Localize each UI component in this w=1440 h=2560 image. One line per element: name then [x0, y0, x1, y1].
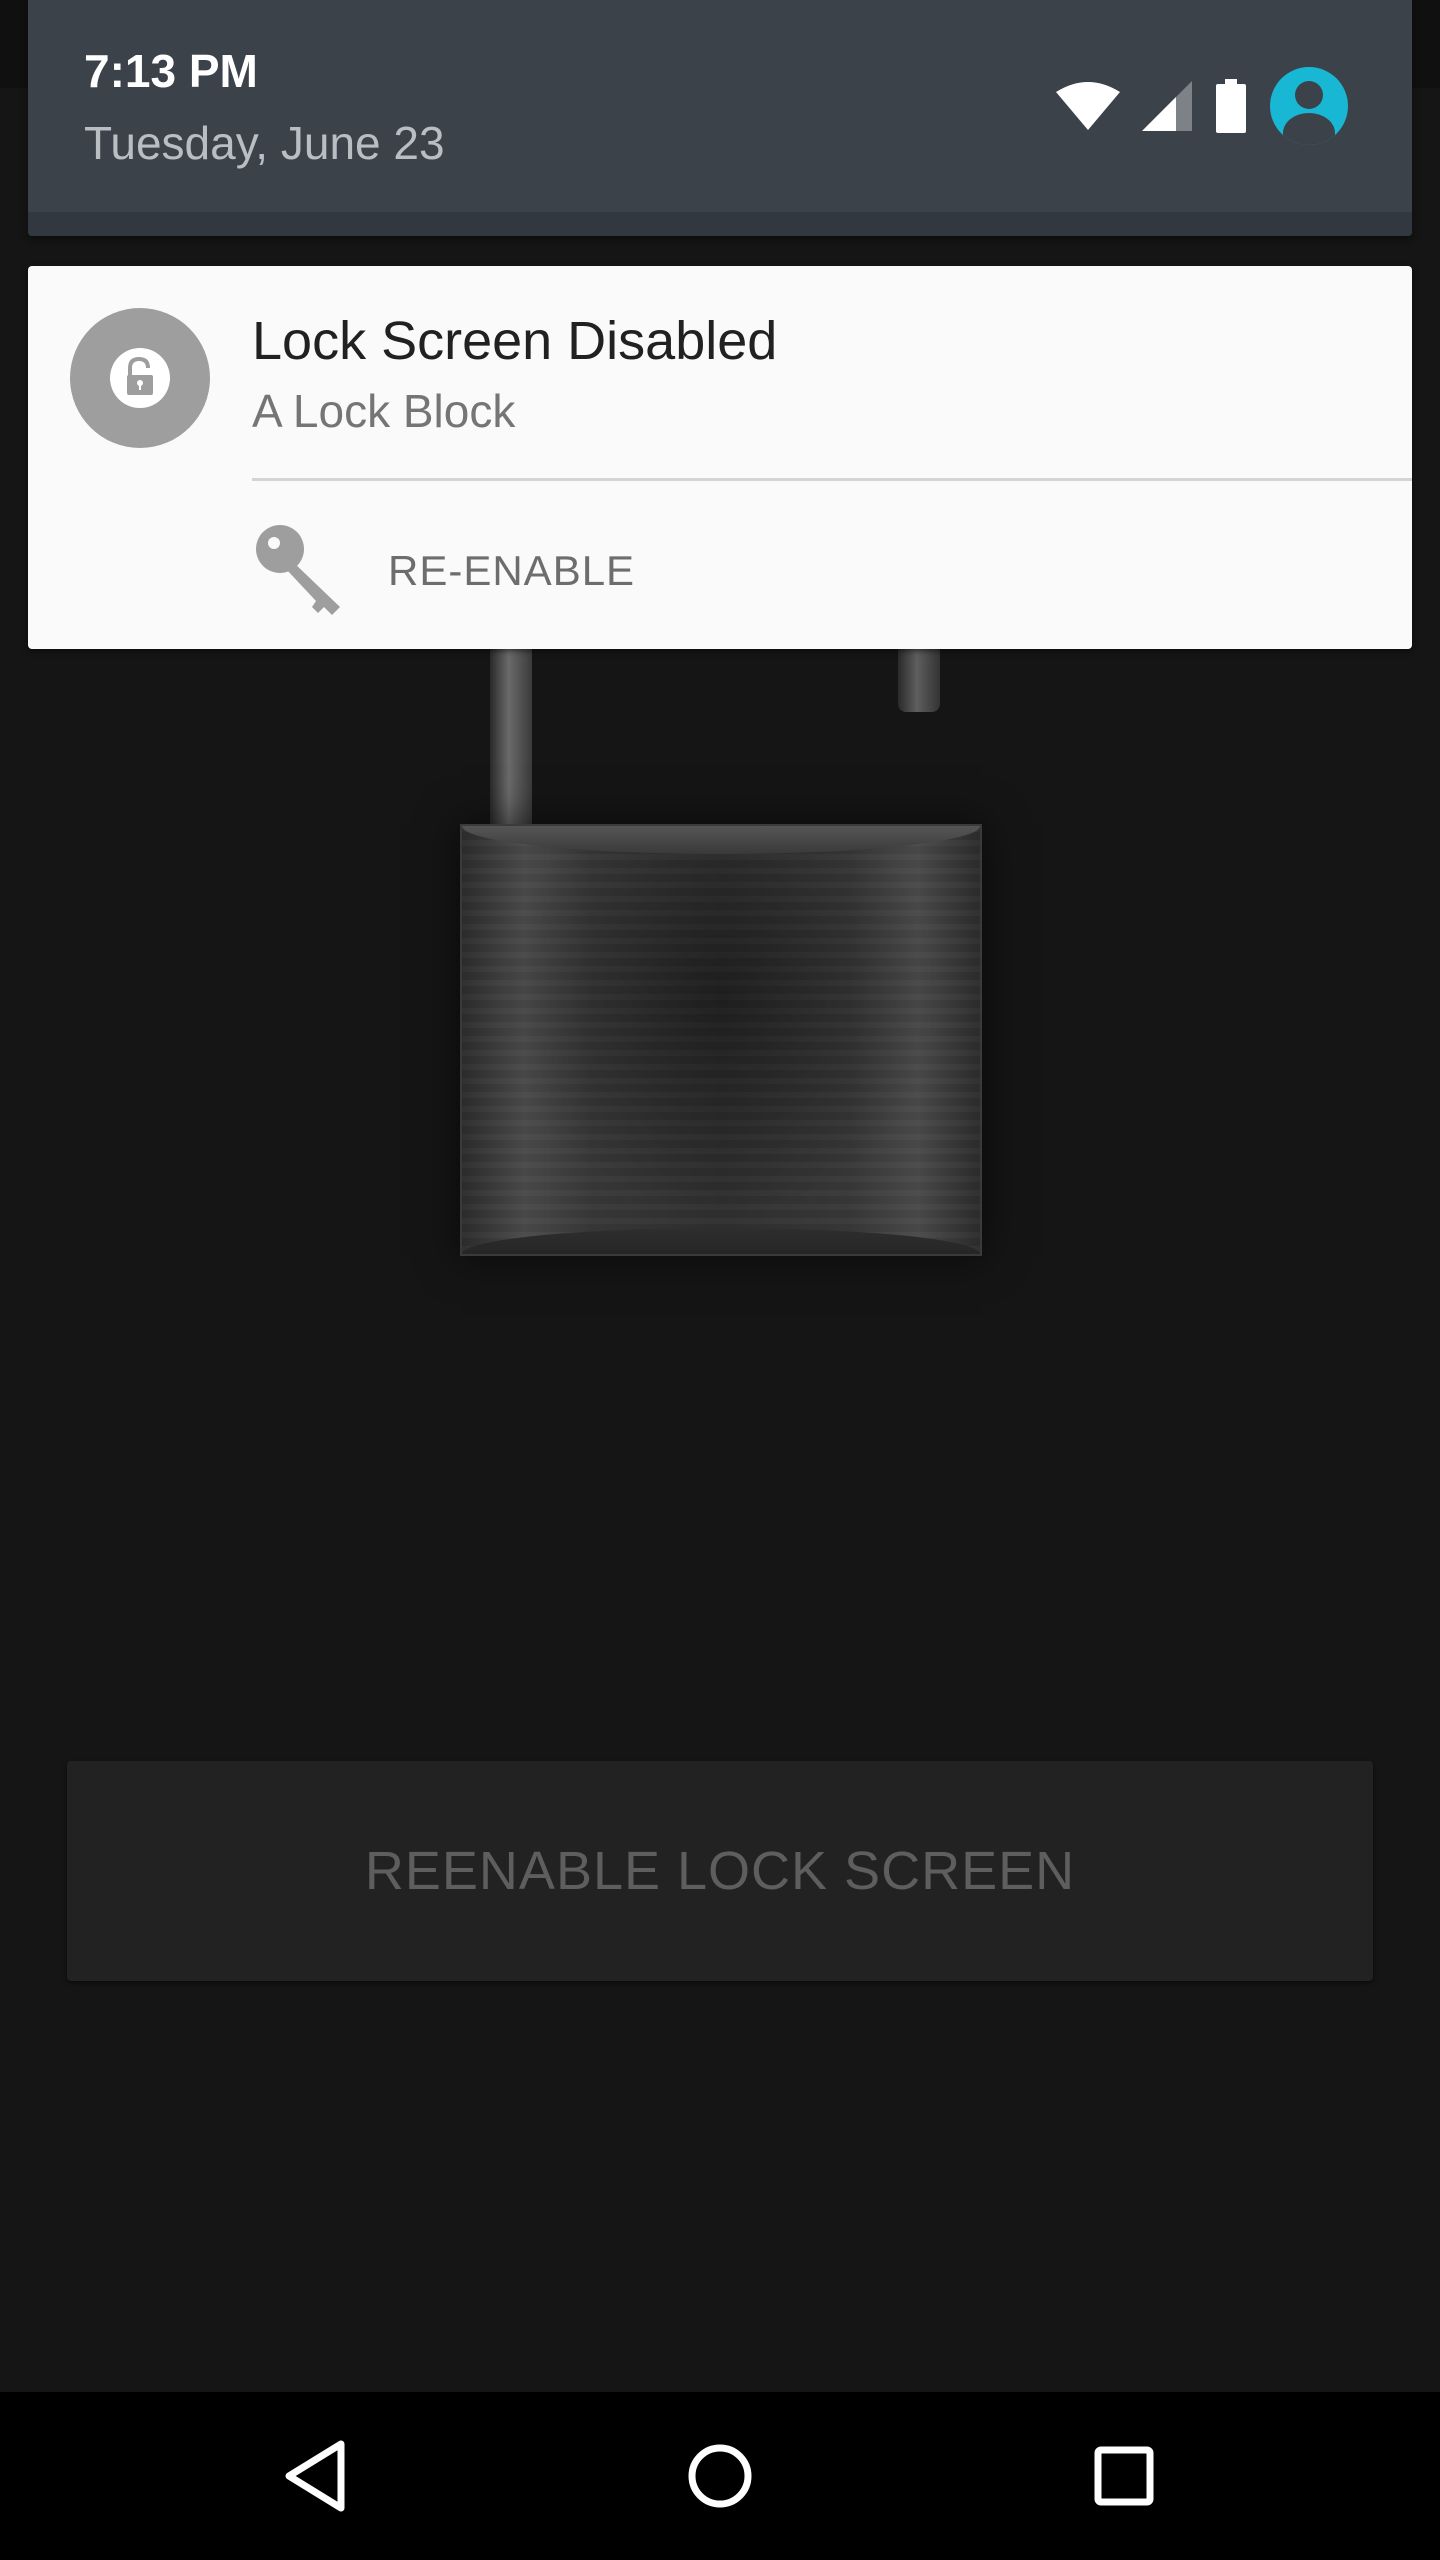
wifi-icon — [1056, 82, 1120, 130]
notification-card[interactable]: Lock Screen Disabled A Lock Block RE-ENA… — [28, 266, 1412, 649]
padlock-body — [460, 824, 982, 1256]
back-icon[interactable] — [270, 2430, 362, 2522]
cell-signal-icon — [1142, 81, 1192, 131]
open-padlock-graphic — [420, 640, 1020, 1280]
status-icons — [1056, 66, 1348, 146]
reenable-lock-screen-button[interactable]: REENABLE LOCK SCREEN — [67, 1761, 1373, 1981]
home-icon[interactable] — [674, 2430, 766, 2522]
key-icon — [256, 525, 340, 615]
recents-icon[interactable] — [1078, 2430, 1170, 2522]
notification-title: Lock Screen Disabled — [252, 311, 778, 371]
re-enable-action-button[interactable]: RE-ENABLE — [252, 516, 635, 626]
notification-divider — [252, 478, 1412, 481]
re-enable-action-label: RE-ENABLE — [388, 547, 636, 594]
clock: 7:13 PM — [84, 45, 258, 97]
battery-icon — [1216, 79, 1246, 133]
padlock-shackle-right — [898, 640, 940, 712]
unlocked-padlock-icon — [70, 308, 210, 448]
notification-shade-header[interactable]: 7:13 PM Tuesday, June 23 — [28, 0, 1412, 236]
navigation-bar — [0, 2392, 1440, 2560]
padlock-shackle-left — [490, 640, 532, 830]
user-avatar-icon[interactable] — [1270, 67, 1348, 145]
notification-text: A Lock Block — [252, 385, 516, 437]
date[interactable]: Tuesday, June 23 — [84, 116, 445, 170]
